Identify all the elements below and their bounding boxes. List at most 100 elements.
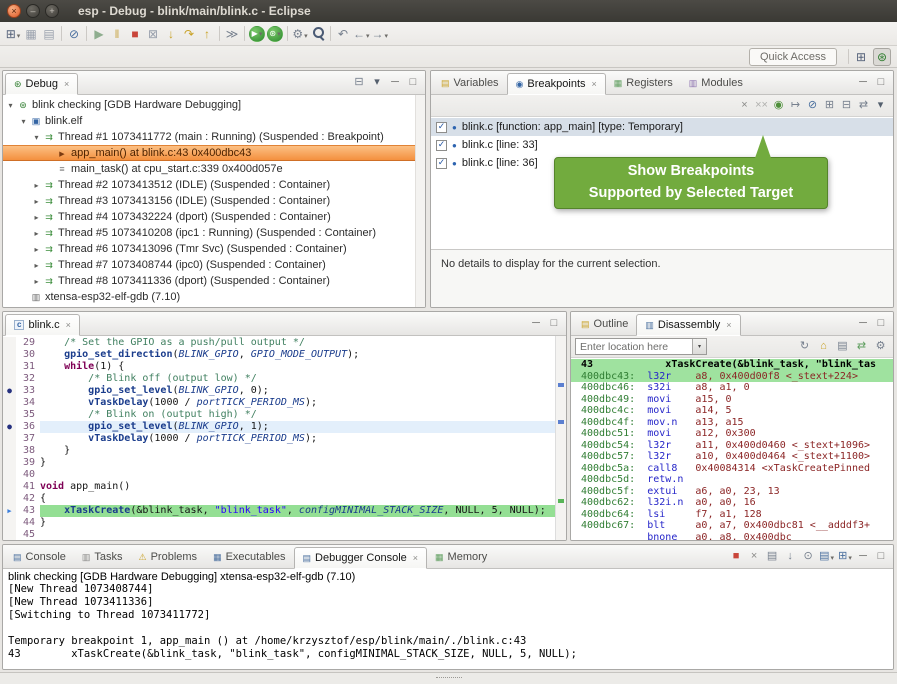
tree-item-thread-1-1073411772-main-running-suspend[interactable]: ▾Thread #1 1073411772 (main : Running) (… xyxy=(3,129,425,145)
settings-icon[interactable]: ⚙ xyxy=(872,338,889,355)
code-line[interactable]: 35 /* Blink on (output high) */ xyxy=(3,409,566,421)
overview-current-line-mark[interactable] xyxy=(558,499,564,503)
close-icon[interactable] xyxy=(592,79,597,89)
code-text[interactable]: gpio_set_level(BLINK_GPIO, 1); xyxy=(40,421,566,433)
disassembly-row[interactable]: 400dbc51: movi a12, 0x300 xyxy=(571,428,893,440)
close-icon[interactable] xyxy=(413,553,418,563)
code-text[interactable]: /* Blink off (output low) */ xyxy=(40,373,566,385)
external-tools-icon[interactable]: ⚙ xyxy=(291,25,309,43)
tree-item-app-main-at-blink-c-43-0x400dbc43[interactable]: app_main() at blink.c:43 0x400dbc43 xyxy=(3,145,425,161)
breakpoint-icon[interactable] xyxy=(3,421,16,433)
expander-icon[interactable]: ▸ xyxy=(31,245,42,254)
tree-item-thread-6-1073413096-tmr-svc-suspended-co[interactable]: ▸Thread #6 1073413096 (Tmr Svc) (Suspend… xyxy=(3,241,425,257)
tab-executables[interactable]: ▦Executables xyxy=(205,546,293,568)
pin-console-icon[interactable]: ⊙ xyxy=(800,549,816,565)
disassembly-row[interactable]: 400dbc54: l32r a11, 0x400d0460 <_stext+1… xyxy=(571,440,893,452)
breakpoint-checkbox[interactable] xyxy=(436,158,447,169)
skip-all-breakpoints-icon[interactable]: ⊘ xyxy=(65,25,83,43)
code-line[interactable]: 40 xyxy=(3,469,566,481)
terminate-icon[interactable]: ■ xyxy=(728,549,744,565)
console-output[interactable]: blink checking [GDB Hardware Debugging] … xyxy=(3,569,893,669)
resume-icon[interactable]: ▶ xyxy=(90,25,108,43)
disassembly-row[interactable]: 400dbc57: l32r a10, 0x400d0464 <_stext+1… xyxy=(571,451,893,463)
remove-launch-icon[interactable]: × xyxy=(746,549,762,565)
remove-selected-breakpoints-icon[interactable]: × xyxy=(736,97,753,114)
view-menu-icon[interactable]: ▾ xyxy=(872,97,889,114)
code-text[interactable]: vTaskDelay(1000 / portTICK_PERIOD_MS); xyxy=(40,397,566,409)
minimize-icon[interactable]: ─ xyxy=(387,75,403,91)
gutter[interactable] xyxy=(3,373,16,385)
gutter[interactable] xyxy=(3,481,16,493)
code-line[interactable]: 44} xyxy=(3,517,566,529)
combo-dropdown-icon[interactable] xyxy=(692,339,706,354)
code-text[interactable]: /* Set the GPIO as a push/pull output */ xyxy=(40,337,566,349)
code-line[interactable]: 31 while(1) { xyxy=(3,361,566,373)
gutter[interactable] xyxy=(3,445,16,457)
save-icon[interactable]: ▦ xyxy=(22,25,40,43)
code-line[interactable]: 38 } xyxy=(3,445,566,457)
terminate-icon[interactable]: ■ xyxy=(126,25,144,43)
tab-tasks[interactable]: ▥Tasks xyxy=(74,546,131,568)
instruction-stepping-icon[interactable]: ≫ xyxy=(223,25,241,43)
show-source-icon[interactable]: ▤ xyxy=(834,338,851,355)
current-line-icon[interactable] xyxy=(3,505,16,517)
tree-item-thread-7-1073408744-ipc0-suspended-conta[interactable]: ▸Thread #7 1073408744 (ipc0) (Suspended … xyxy=(3,257,425,273)
disassembly-row[interactable]: 400dbc4f: mov.n a13, a15 xyxy=(571,417,893,429)
remove-all-breakpoints-icon[interactable]: ×× xyxy=(753,97,770,114)
tree-item-thread-3-1073413156-idle-suspended-conta[interactable]: ▸Thread #3 1073413156 (IDLE) (Suspended … xyxy=(3,193,425,209)
code-editor[interactable]: 29 /* Set the GPIO as a push/pull output… xyxy=(3,336,566,540)
maximize-icon[interactable]: □ xyxy=(873,75,889,91)
gutter[interactable] xyxy=(3,469,16,481)
tree-item-main-task-at-cpu-start-c-339-0x400d057e[interactable]: main_task() at cpu_start.c:339 0x400d057… xyxy=(3,161,425,177)
last-edit-location-icon[interactable]: ↶ xyxy=(334,25,352,43)
code-text[interactable]: gpio_set_level(BLINK_GPIO, 0); xyxy=(40,385,566,397)
expander-icon[interactable]: ▾ xyxy=(31,133,42,142)
code-line[interactable]: 29 /* Set the GPIO as a push/pull output… xyxy=(3,337,566,349)
code-text[interactable]: while(1) { xyxy=(40,361,566,373)
dropdown-arrow-icon[interactable] xyxy=(276,29,281,38)
maximize-icon[interactable]: □ xyxy=(873,549,889,565)
tab-blink-c[interactable]: cblink.c xyxy=(5,314,80,336)
location-input[interactable]: Enter location here xyxy=(576,341,692,353)
disassembly-row[interactable]: 400dbc49: movi a15, 0 xyxy=(571,394,893,406)
code-line[interactable]: 43 xTaskCreate(&blink_task, "blink_task"… xyxy=(3,505,566,517)
maximize-icon[interactable]: □ xyxy=(405,75,421,91)
gutter[interactable] xyxy=(3,349,16,361)
gutter[interactable] xyxy=(3,409,16,421)
breakpoint-checkbox[interactable] xyxy=(436,122,447,133)
display-selected-console-icon[interactable]: ▤ xyxy=(818,549,835,565)
minimize-icon[interactable]: ─ xyxy=(855,549,871,565)
overview-breakpoint-mark[interactable] xyxy=(558,383,564,387)
code-text[interactable]: } xyxy=(40,517,566,529)
go-to-file-for-breakpoint-icon[interactable]: ↦ xyxy=(787,97,804,114)
tab-outline[interactable]: ▤Outline xyxy=(573,313,636,335)
minimize-icon[interactable]: ─ xyxy=(528,316,544,332)
close-icon[interactable] xyxy=(726,320,731,330)
breakpoint-item-blink-c-line-33[interactable]: blink.c [line: 33] xyxy=(431,136,893,154)
code-text[interactable]: gpio_set_direction(BLINK_GPIO, GPIO_MODE… xyxy=(40,349,566,361)
disassembly-row[interactable]: 400dbc62: l32i.n a0, a0, 16 xyxy=(571,497,893,509)
refresh-icon[interactable]: ↻ xyxy=(796,338,813,355)
code-text[interactable]: { xyxy=(40,493,566,505)
sync-selection-icon[interactable]: ⇄ xyxy=(853,338,870,355)
code-text[interactable]: void app_main() xyxy=(40,481,566,493)
debug-perspective-icon[interactable]: ⊛ xyxy=(873,48,891,66)
code-line[interactable]: 34 vTaskDelay(1000 / portTICK_PERIOD_MS)… xyxy=(3,397,566,409)
home-icon[interactable]: ⌂ xyxy=(815,338,832,355)
tab-problems[interactable]: ⚠Problems xyxy=(131,546,206,568)
print-icon[interactable]: ▤ xyxy=(40,25,58,43)
expander-icon[interactable]: ▸ xyxy=(31,197,42,206)
minimize-icon[interactable]: ─ xyxy=(855,316,871,332)
dropdown-arrow-icon[interactable] xyxy=(303,27,308,41)
tab-disassembly[interactable]: ▥Disassembly xyxy=(636,314,740,336)
scroll-lock-icon[interactable]: ↓ xyxy=(782,549,798,565)
clear-console-icon[interactable]: ▤ xyxy=(764,549,780,565)
code-text[interactable]: vTaskDelay(1000 / portTICK_PERIOD_MS); xyxy=(40,433,566,445)
quick-access-button[interactable]: Quick Access xyxy=(749,48,837,66)
code-text[interactable] xyxy=(40,529,566,540)
code-text[interactable]: } xyxy=(40,457,566,469)
expander-icon[interactable]: ▸ xyxy=(31,181,42,190)
close-icon[interactable] xyxy=(64,79,69,89)
code-line[interactable]: 36 gpio_set_level(BLINK_GPIO, 1); xyxy=(3,421,566,433)
code-line[interactable]: 39} xyxy=(3,457,566,469)
